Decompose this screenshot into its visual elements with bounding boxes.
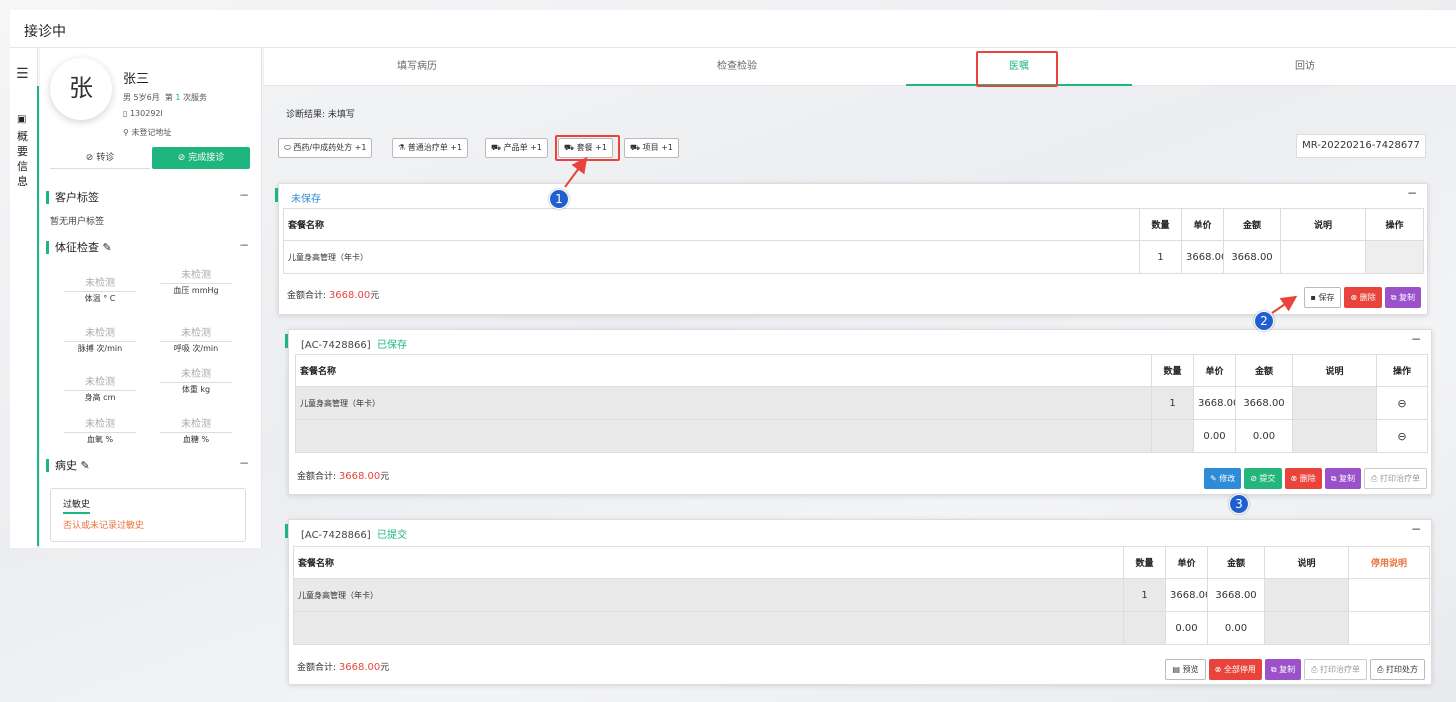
annotation-arrows	[564, 156, 1298, 314]
callout-badge-1: 1	[549, 189, 569, 209]
callout-badge-3: 3	[1229, 494, 1249, 514]
arrow-1	[564, 156, 588, 188]
callout-badge-2: 2	[1254, 311, 1274, 331]
arrow-2	[1271, 295, 1298, 314]
